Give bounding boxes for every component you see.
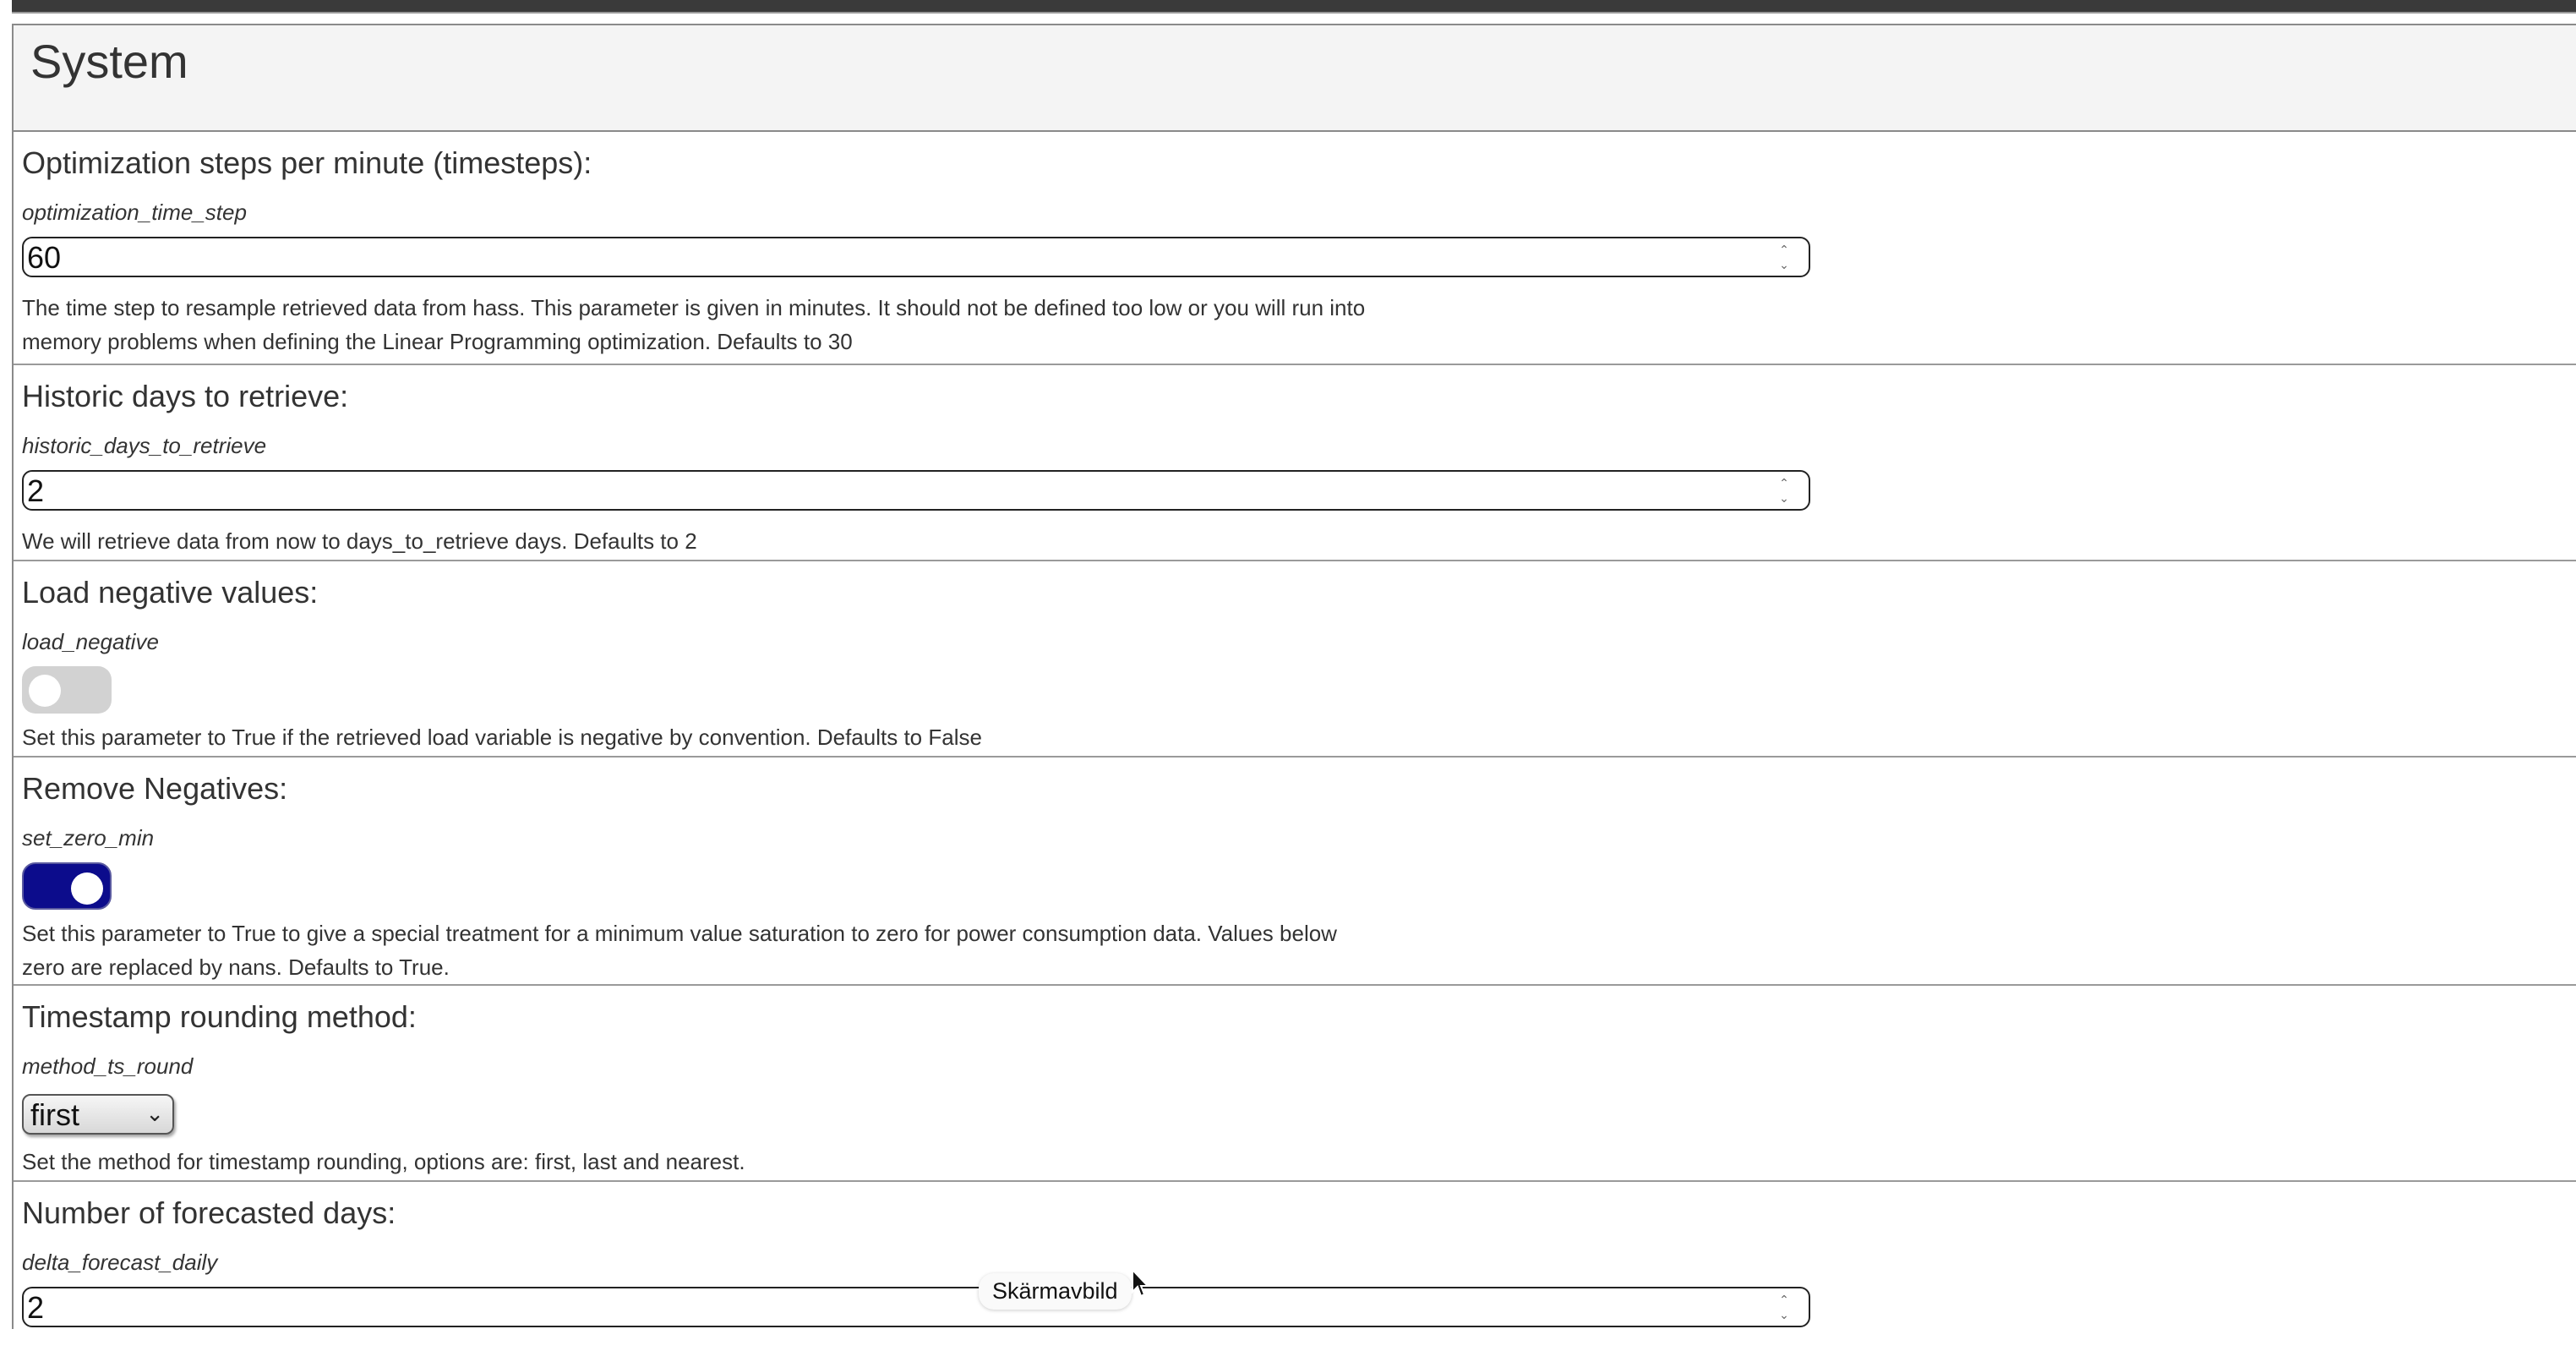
- param-set-zero-min: Remove Negatives: set_zero_min Set this …: [14, 758, 2576, 986]
- input-value: 2: [27, 1290, 45, 1325]
- set-zero-min-toggle[interactable]: [22, 862, 112, 910]
- param-description-line-1: Set the method for timestamp rounding, o…: [22, 1149, 745, 1174]
- param-key: optimization_time_step: [22, 200, 247, 225]
- param-description-line-2: zero are replaced by nans. Defaults to T…: [22, 954, 450, 980]
- mouse-cursor-icon: [1132, 1268, 1150, 1298]
- param-label: Load negative values:: [22, 575, 319, 610]
- method-ts-round-select[interactable]: first ⌄: [22, 1094, 174, 1135]
- tooltip: Skärmavbild: [979, 1273, 1132, 1310]
- input-value: 60: [27, 240, 62, 275]
- optimization-time-step-input[interactable]: 60 ⌃ ⌄: [22, 237, 1810, 277]
- param-method-ts-round: Timestamp rounding method: method_ts_rou…: [14, 986, 2576, 1182]
- param-historic-days-to-retrieve: Historic days to retrieve: historic_days…: [14, 365, 2576, 561]
- param-label: Historic days to retrieve:: [22, 379, 349, 413]
- param-delta-forecast-daily: Number of forecasted days: delta_forecas…: [14, 1182, 2576, 1351]
- param-key: method_ts_round: [22, 1053, 194, 1079]
- spinner-icon[interactable]: ⌃ ⌄: [1775, 477, 1793, 504]
- param-label: Remove Negatives:: [22, 771, 288, 806]
- param-label: Timestamp rounding method:: [22, 999, 417, 1034]
- param-optimization-time-step: Optimization steps per minute (timesteps…: [14, 132, 2576, 365]
- param-key: load_negative: [22, 629, 159, 654]
- toggle-knob: [29, 675, 61, 707]
- spinner-icon[interactable]: ⌃ ⌄: [1775, 243, 1793, 271]
- top-border-bar: [12, 0, 2576, 14]
- param-description-line-1: Set this parameter to True if the retrie…: [22, 725, 982, 750]
- historic-days-input[interactable]: 2 ⌃ ⌄: [22, 470, 1810, 511]
- system-panel: System Optimization steps per minute (ti…: [12, 24, 2576, 1329]
- param-key: historic_days_to_retrieve: [22, 433, 267, 458]
- param-description-line-1: Set this parameter to True to give a spe…: [22, 921, 1337, 946]
- panel-header: System: [14, 25, 2576, 132]
- delta-forecast-daily-input[interactable]: 2 ⌃ ⌄: [22, 1287, 1810, 1327]
- param-description-line-1: The time step to resample retrieved data…: [22, 295, 1366, 320]
- param-load-negative: Load negative values: load_negative Set …: [14, 561, 2576, 758]
- param-key: set_zero_min: [22, 825, 155, 851]
- spinner-icon[interactable]: ⌃ ⌄: [1775, 1294, 1793, 1321]
- param-description-line-2: memory problems when defining the Linear…: [22, 329, 853, 354]
- chevron-down-icon: ⌄: [145, 1101, 164, 1126]
- toggle-knob: [71, 872, 103, 905]
- load-negative-toggle[interactable]: [22, 666, 112, 714]
- input-value: 2: [27, 473, 45, 508]
- param-description-line-1: We will retrieve data from now to days_t…: [22, 528, 697, 554]
- param-key: delta_forecast_daily: [22, 1250, 218, 1275]
- param-label: Number of forecasted days:: [22, 1195, 396, 1230]
- select-value: first: [30, 1097, 79, 1132]
- panel-title: System: [30, 35, 188, 88]
- param-label: Optimization steps per minute (timesteps…: [22, 145, 592, 180]
